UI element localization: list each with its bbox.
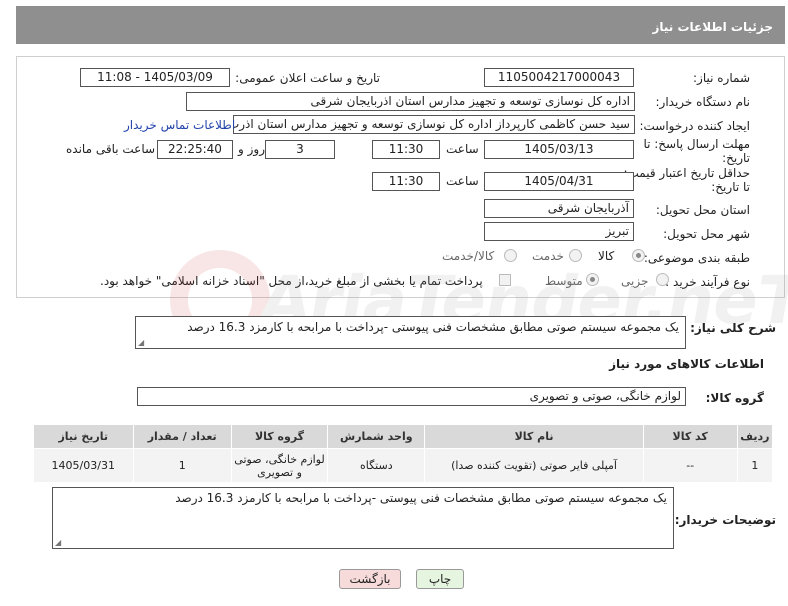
- price-validity-label-line2: تا تاریخ:: [711, 180, 750, 194]
- col-quantity-header: تعداد / مقدار: [132, 424, 232, 449]
- process-medium-radio[interactable]: [586, 273, 599, 286]
- cell-row: 1: [736, 448, 774, 483]
- page-title: جزئیات اطلاعات نیاز: [16, 6, 785, 44]
- announce-label: تاریخ و ساعت اعلان عمومی:: [235, 71, 380, 85]
- requester-label: ایجاد کننده درخواست:: [639, 119, 750, 133]
- description-text: یک مجموعه سیستم صوتی مطابق مشخصات فنی پی…: [187, 320, 679, 334]
- resize-handle-icon[interactable]: ◢: [138, 338, 144, 347]
- remaining-label: ساعت باقی مانده: [66, 142, 156, 156]
- buyer-notes-textarea[interactable]: یک مجموعه سیستم صوتی مطابق مشخصات فنی پی…: [52, 487, 674, 549]
- deadline-time-label: ساعت: [446, 142, 479, 156]
- deadline-label-line2: تاریخ:: [722, 151, 750, 165]
- category-service-radio[interactable]: [569, 249, 582, 262]
- cell-group: لوازم خانگی، صوتی و تصویری: [230, 448, 329, 483]
- category-goods-radio[interactable]: [632, 249, 645, 262]
- process-medium-label: متوسط: [545, 274, 583, 288]
- buyer-label: نام دستگاه خریدار:: [655, 95, 751, 109]
- price-validity-date-field[interactable]: 1405/04/31: [484, 172, 634, 191]
- col-unit-header: واحد شمارش: [327, 424, 426, 449]
- back-button[interactable]: بازگشت: [339, 569, 401, 589]
- goods-group-field[interactable]: لوازم خانگی، صوتی و تصویری: [137, 387, 686, 406]
- need-number-label: شماره نیاز:: [693, 71, 750, 85]
- process-label: نوع فرآیند خرید :: [665, 275, 750, 289]
- description-textarea[interactable]: یک مجموعه سیستم صوتی مطابق مشخصات فنی پی…: [135, 316, 686, 349]
- price-validity-time-label: ساعت: [446, 174, 479, 188]
- col-code-header: کد کالا: [642, 424, 738, 449]
- buyer-notes-text: یک مجموعه سیستم صوتی مطابق مشخصات فنی پی…: [175, 491, 667, 505]
- treasury-payment-note: پرداخت تمام یا بخشی از مبلغ خرید،از محل …: [100, 274, 483, 288]
- print-button[interactable]: چاپ: [416, 569, 464, 589]
- category-service-label: خدمت: [532, 249, 564, 263]
- cell-name: آمپلی فایر صوتی (تقویت کننده صدا): [424, 448, 644, 483]
- price-validity-time-field[interactable]: 11:30: [372, 172, 440, 191]
- buyer-field[interactable]: اداره کل نوسازی توسعه و تجهیز مدارس استا…: [186, 92, 635, 111]
- goods-group-label: گروه کالا:: [705, 391, 764, 405]
- province-label: استان محل تحویل:: [655, 203, 750, 217]
- city-field[interactable]: تبریز: [484, 222, 634, 241]
- resize-handle-icon[interactable]: ◢: [55, 538, 61, 547]
- announce-field[interactable]: 1405/03/09 - 11:08: [80, 68, 230, 87]
- deadline-label-line1: مهلت ارسال پاسخ: تا: [643, 137, 750, 151]
- cell-quantity: 1: [132, 448, 232, 483]
- cell-date: 1405/03/31: [33, 448, 134, 483]
- need-number-field[interactable]: 1105004217000043: [484, 68, 634, 87]
- buyer-contact-link[interactable]: اطلاعات تماس خریدار: [124, 118, 235, 132]
- cell-unit: دستگاه: [327, 448, 426, 483]
- province-field[interactable]: آذربایجان شرقی: [484, 199, 634, 218]
- col-date-header: تاریخ نیاز: [33, 424, 134, 449]
- requester-field[interactable]: سید حسن کاظمی کارپرداز اداره کل نوسازی ت…: [233, 115, 635, 134]
- deadline-date-field[interactable]: 1405/03/13: [484, 140, 634, 159]
- category-label: طبقه بندی موضوعی:: [643, 251, 750, 265]
- buyer-notes-label: توضیحات خریدار:: [674, 513, 776, 527]
- treasury-payment-checkbox[interactable]: [499, 274, 511, 286]
- process-minor-radio[interactable]: [656, 273, 669, 286]
- remaining-time-field[interactable]: 22:25:40: [157, 140, 233, 159]
- col-group-header: گروه کالا: [230, 424, 329, 449]
- table-header-row: ردیف کد کالا نام کالا واحد شمارش گروه کا…: [33, 424, 774, 449]
- table-row[interactable]: 1 -- آمپلی فایر صوتی (تقویت کننده صدا) د…: [33, 448, 774, 483]
- deadline-days-field[interactable]: 3: [265, 140, 335, 159]
- city-label: شهر محل تحویل:: [663, 227, 750, 241]
- category-both-radio[interactable]: [504, 249, 517, 262]
- category-goods-label: کالا: [598, 249, 615, 263]
- description-label: شرح کلی نیاز:: [690, 321, 776, 335]
- price-validity-label-line1: حداقل تاریخ اعتبار قیمت:: [623, 166, 750, 180]
- process-minor-label: جزیی: [621, 274, 649, 288]
- goods-info-title: اطلاعات کالاهای مورد نیاز: [609, 357, 764, 371]
- col-name-header: نام کالا: [424, 424, 644, 449]
- category-both-label: کالا/خدمت: [442, 249, 495, 263]
- col-row-header: ردیف: [736, 424, 774, 449]
- days-label: روز و: [238, 142, 265, 156]
- goods-table: ردیف کد کالا نام کالا واحد شمارش گروه کا…: [33, 424, 774, 483]
- cell-code: --: [642, 448, 738, 483]
- deadline-time-field[interactable]: 11:30: [372, 140, 440, 159]
